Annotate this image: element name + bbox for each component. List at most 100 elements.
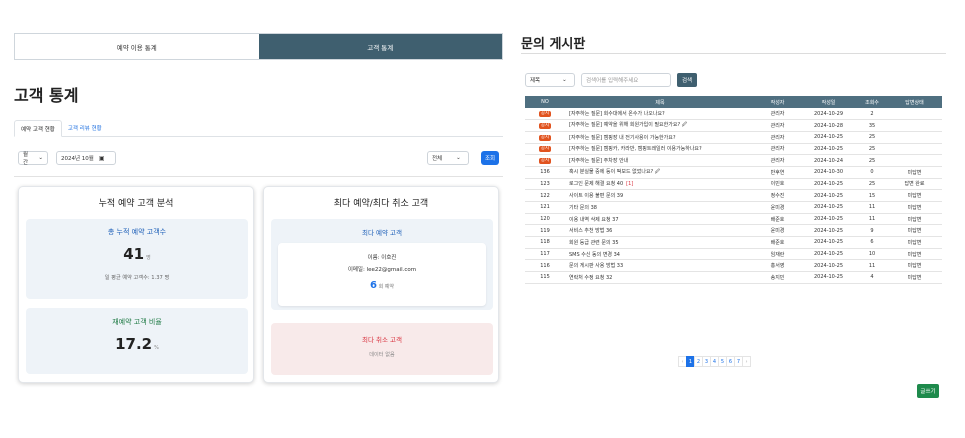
row-author: 배준호 (755, 236, 800, 249)
row-number: 115 (540, 274, 550, 281)
table-row[interactable]: 공지 [자주하는 질문] 주차장 안내 관리자 2024-10-24 25 (525, 154, 942, 167)
row-title[interactable]: 사이트 이용 불편 문의 39 (565, 189, 755, 202)
row-title[interactable]: 연락처 수정 요청 32 (565, 271, 755, 284)
table-row[interactable]: 117 SMS 수신 동의 변경 34 임재란 2024-10-25 10 미답변 (525, 248, 942, 261)
row-status: 미답변 (887, 248, 942, 261)
table-row[interactable]: 공지 [자주하는 질문] 캠핑카, 카라반, 캠핑트레일러 이용가능하나요? 관리자… (525, 143, 942, 156)
row-title[interactable]: [자주하는 질문] 캠핑장 내 전기사용이 가능한가요? (565, 131, 755, 144)
scope-select[interactable]: 전체 ⌄ (427, 151, 469, 165)
table-row[interactable]: 119 서비스 추천 방법 36 윤미경 2024-10-25 9 미답변 (525, 224, 942, 238)
row-no: 119 (525, 224, 565, 238)
table-row[interactable]: 121 기타 문의 38 윤미경 2024-10-25 11 미답변 (525, 201, 942, 214)
row-date: 2024-10-25 (800, 201, 857, 214)
row-title-text: 문의 게시판 사용 방법 33 (569, 263, 624, 270)
row-title-text: [자주하는 질문] 캠핑장 내 전기사용이 가능한가요? (569, 134, 676, 141)
rebook-ratio-value: 17.2% (26, 335, 248, 353)
row-title-text: 연락처 수정 요청 32 (569, 274, 613, 281)
row-no: 120 (525, 213, 565, 226)
subtab-reservation-customers[interactable]: 예약 고객 현황 (14, 120, 62, 137)
row-title[interactable]: [자주하는 질문] 예약을 위해 회원가입이 필요한가요? 🖉 (565, 119, 755, 132)
search-submit-button[interactable]: 조회 (481, 151, 499, 165)
row-number: 117 (540, 251, 550, 258)
top-booking-panel: 최다 예약 고객 이름: 이호진 이메일: lee22@gmail.com 6 … (271, 219, 493, 310)
period-select[interactable]: 월간 ⌄ (18, 151, 48, 166)
write-button[interactable]: 글쓰기 (917, 384, 939, 398)
table-row[interactable]: 115 연락처 수정 요청 32 송지민 2024-10-25 4 미답변 (525, 271, 942, 284)
month-picker[interactable]: 2024년 10월 ▣ (56, 151, 116, 165)
month-value: 2024년 10월 (61, 156, 94, 162)
row-author: 반후연 (755, 166, 800, 179)
row-date: 2024-10-25 (800, 271, 857, 284)
row-status (887, 131, 942, 144)
page-next[interactable]: › (742, 356, 751, 367)
table-row[interactable]: 136 혹시 분실물 중에 등이 떡보드 없었나요? 🖉 반후연 2024-10-30… (525, 166, 942, 179)
col-title: 제목 (565, 96, 755, 108)
row-author: 이민호 (755, 178, 800, 191)
table-row[interactable]: 공지 [자주하는 질문] 회수대에서 온수가 나오나요? 관리자 2024-10-29… (525, 108, 942, 121)
comment-count: [1] (626, 181, 634, 188)
row-number: 119 (540, 227, 550, 234)
row-views: 10 (857, 248, 887, 261)
table-header-row: NO 제목 작성자 작성일 조회수 답변상태 (525, 96, 942, 108)
row-title-text: [자주하는 질문] 예약을 위해 회원가입이 필요한가요? 🖉 (569, 122, 688, 129)
row-views: 25 (857, 178, 887, 191)
row-title[interactable]: 문의 게시판 사용 방법 33 (565, 259, 755, 273)
sub-tabs: 예약 고객 현황 고객 리뷰 현황 (14, 120, 503, 137)
tab-customer-stats[interactable]: 고객 통계 (258, 34, 502, 59)
row-title[interactable]: 로그인 문제 해결 요청 40 [1] (565, 178, 755, 191)
table-row[interactable]: 120 이용 내역 삭제 요청 37 배준호 2024-10-25 11 미답변 (525, 213, 942, 226)
row-author: 관리자 (755, 131, 800, 144)
search-input[interactable]: 검색어를 입력해주세요 (581, 73, 671, 87)
row-title[interactable]: [자주하는 질문] 주차장 안내 (565, 154, 755, 167)
table-row[interactable]: 118 회원 등급 관련 문의 35 배준호 2024-10-25 6 미답변 (525, 236, 942, 249)
rebook-value: 17.2 (115, 335, 153, 353)
row-date: 2024-10-25 (800, 248, 857, 261)
table-row[interactable]: 123 로그인 문제 해결 요청 40 [1] 이민호 2024-10-25 25 답변 완… (525, 178, 942, 191)
table-row[interactable]: 116 문의 게시판 사용 방법 33 홍서영 2024-10-25 11 미답변 (525, 259, 942, 273)
row-status: 미답변 (887, 213, 942, 226)
row-author: 배준호 (755, 213, 800, 226)
rebook-unit: % (154, 345, 159, 351)
search-button[interactable]: 검색 (677, 73, 697, 87)
row-author: 관리자 (755, 108, 800, 121)
row-views: 11 (857, 259, 887, 273)
row-title[interactable]: 이용 내역 삭제 요청 37 (565, 213, 755, 226)
table-row[interactable]: 공지 [자주하는 질문] 캠핑장 내 전기사용이 가능한가요? 관리자 2024-10… (525, 131, 942, 144)
row-title[interactable]: 기타 문의 38 (565, 201, 755, 214)
row-author: 관리자 (755, 119, 800, 132)
row-title[interactable]: SMS 수신 동의 변경 34 (565, 248, 755, 261)
row-title[interactable]: 회원 등급 관련 문의 35 (565, 236, 755, 249)
tab-reservation-stats[interactable]: 예약 이용 통계 (15, 34, 259, 59)
search-field-select[interactable]: 제목 ⌄ (525, 73, 575, 87)
subtab-customer-reviews[interactable]: 고객 리뷰 현황 (62, 120, 108, 137)
row-author: 관리자 (755, 143, 800, 156)
customer-name: 이름: 이호진 (367, 255, 397, 261)
row-date: 2024-10-25 (800, 224, 857, 238)
row-status (887, 154, 942, 167)
row-title[interactable]: [자주하는 질문] 회수대에서 온수가 나오나요? (565, 108, 755, 121)
row-views: 25 (857, 131, 887, 144)
row-author: 윤미경 (755, 224, 800, 238)
row-views: 35 (857, 119, 887, 132)
row-title[interactable]: 서비스 추천 방법 36 (565, 224, 755, 238)
top-customers-card: 최다 예약/최다 취소 고객 최다 예약 고객 이름: 이호진 이메일: lee… (263, 186, 499, 383)
row-author: 홍서영 (755, 259, 800, 273)
notice-badge: 공지 (538, 158, 552, 165)
row-number: 136 (540, 169, 550, 176)
row-title-text: 회원 등급 관련 문의 35 (569, 239, 619, 246)
row-no: 공지 (525, 131, 565, 144)
row-title[interactable]: 혹시 분실물 중에 등이 떡보드 없었나요? 🖉 (565, 166, 755, 179)
row-title-text: [자주하는 질문] 캠핑카, 카라반, 캠핑트레일러 이용가능하나요? (569, 146, 702, 153)
table-row[interactable]: 공지 [자주하는 질문] 예약을 위해 회원가입이 필요한가요? 🖉 관리자 2024… (525, 119, 942, 132)
table-row[interactable]: 122 사이트 이용 불편 문의 39 정수진 2024-10-25 15 미답변 (525, 189, 942, 202)
row-no: 118 (525, 236, 565, 249)
row-title[interactable]: [자주하는 질문] 캠핑카, 카라반, 캠핑트레일러 이용가능하나요? (565, 143, 755, 156)
total-value: 41 (123, 245, 145, 263)
row-no: 공지 (525, 143, 565, 156)
booking-count-unit: 회 예약 (378, 284, 394, 290)
row-no: 123 (525, 178, 565, 191)
accumulated-customers-card: 누적 예약 고객 분석 총 누적 예약 고객수 41 명 일 평균 예약 고객수:… (18, 186, 254, 383)
notice-badge: 공지 (538, 146, 552, 153)
row-title-text: 이용 내역 삭제 요청 37 (569, 216, 619, 223)
row-status: 미답변 (887, 236, 942, 249)
